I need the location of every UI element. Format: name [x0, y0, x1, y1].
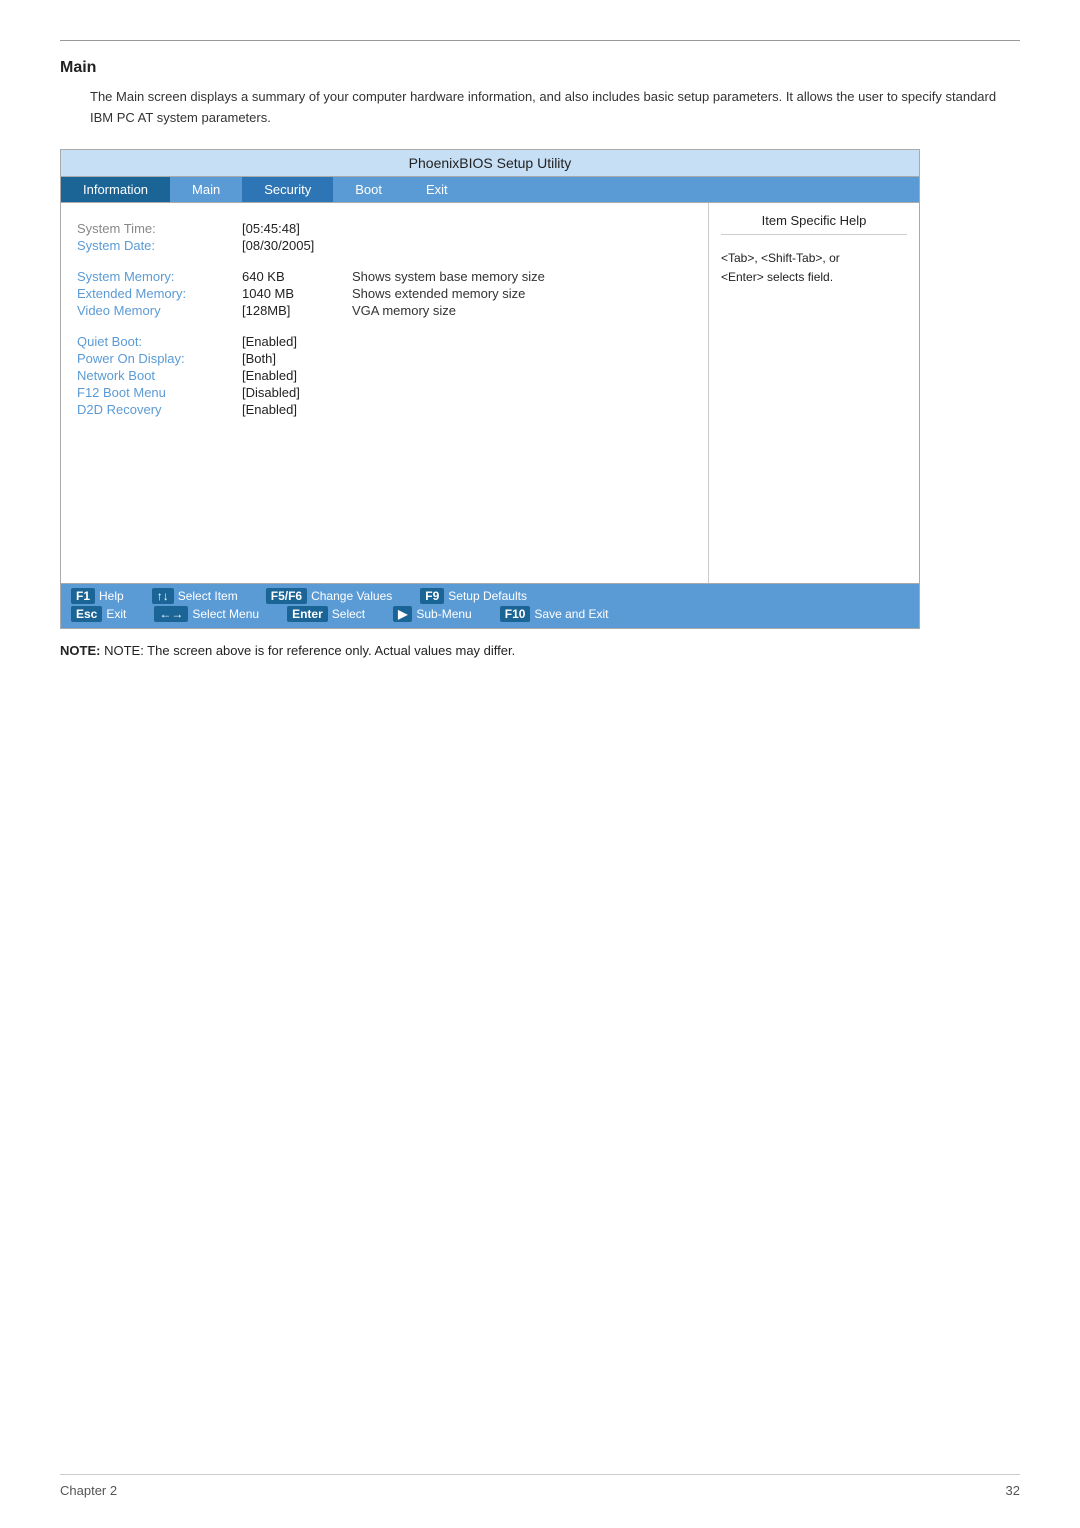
label-select-menu: Select Menu — [192, 607, 259, 621]
value-network-boot[interactable]: [Enabled] — [242, 368, 352, 383]
label-help: Help — [99, 589, 124, 603]
desc-video-memory: VGA memory size — [352, 303, 456, 318]
page-number: 32 — [1006, 1483, 1020, 1498]
menu-item-information[interactable]: Information — [61, 177, 170, 202]
key-f9: F9 — [420, 588, 444, 604]
label-exit: Exit — [106, 607, 126, 621]
bios-content: System Time: [05:45:48] System Date: [08… — [61, 203, 919, 583]
bios-row-power-on-display: Power On Display: [Both] — [77, 351, 692, 366]
footer-item-enter: Enter Select — [287, 606, 365, 622]
label-change-values: Change Values — [311, 589, 392, 603]
label-select-item: Select Item — [178, 589, 238, 603]
bios-row-f12-boot-menu: F12 Boot Menu [Disabled] — [77, 385, 692, 400]
key-arrow: ▶ — [393, 606, 412, 622]
key-updown: ↑↓ — [152, 588, 174, 604]
key-f5f6: F5/F6 — [266, 588, 307, 604]
top-rule — [60, 40, 1020, 41]
bios-utility-box: PhoenixBIOS Setup Utility Information Ma… — [60, 149, 920, 629]
note-text: NOTE: NOTE: The screen above is for refe… — [60, 643, 1020, 658]
value-f12-boot-menu[interactable]: [Disabled] — [242, 385, 352, 400]
desc-system-memory: Shows system base memory size — [352, 269, 545, 284]
label-power-on-display: Power On Display: — [77, 351, 242, 366]
chapter-label: Chapter 2 — [60, 1483, 117, 1498]
footer-item-f5f6: F5/F6 Change Values — [266, 588, 393, 604]
value-video-memory: [128MB] — [242, 303, 352, 318]
label-f12-boot-menu: F12 Boot Menu — [77, 385, 242, 400]
key-enter: Enter — [287, 606, 328, 622]
footer-item-esc: Esc Exit — [71, 606, 126, 622]
footer-item-select-item: ↑↓ Select Item — [152, 588, 238, 604]
label-system-memory: System Memory: — [77, 269, 242, 284]
menu-item-exit[interactable]: Exit — [404, 177, 470, 202]
footer-item-f1: F1 Help — [71, 588, 124, 604]
label-system-time: System Time: — [77, 221, 242, 236]
footer-item-select-menu: ←→ Select Menu — [154, 606, 259, 622]
footer-item-f9: F9 Setup Defaults — [420, 588, 527, 604]
label-video-memory: Video Memory — [77, 303, 242, 318]
value-system-memory: 640 KB — [242, 269, 352, 284]
bios-help-panel: Item Specific Help <Tab>, <Shift-Tab>, o… — [709, 203, 919, 583]
bios-main-panel: System Time: [05:45:48] System Date: [08… — [61, 203, 709, 583]
key-esc: Esc — [71, 606, 102, 622]
desc-extended-memory: Shows extended memory size — [352, 286, 525, 301]
key-f10: F10 — [500, 606, 531, 622]
bios-row-network-boot: Network Boot [Enabled] — [77, 368, 692, 383]
footer-row-2: Esc Exit ←→ Select Menu Enter Select ▶ S… — [71, 606, 909, 622]
menu-item-security[interactable]: Security — [242, 177, 333, 202]
value-system-date[interactable]: [08/30/2005] — [242, 238, 352, 253]
label-sub-menu: Sub-Menu — [416, 607, 471, 621]
section-desc: The Main screen displays a summary of yo… — [90, 87, 1020, 129]
label-quiet-boot: Quiet Boot: — [77, 334, 242, 349]
value-quiet-boot[interactable]: [Enabled] — [242, 334, 352, 349]
menu-item-boot[interactable]: Boot — [333, 177, 404, 202]
help-title: Item Specific Help — [721, 213, 907, 235]
label-d2d-recovery: D2D Recovery — [77, 402, 242, 417]
footer-item-f10: F10 Save and Exit — [500, 606, 609, 622]
bios-menu-bar: Information Main Security Boot Exit — [61, 177, 919, 203]
bios-title-bar: PhoenixBIOS Setup Utility — [61, 150, 919, 177]
bios-row-system-time: System Time: [05:45:48] — [77, 221, 692, 236]
footer-item-submenu: ▶ Sub-Menu — [393, 606, 472, 622]
value-d2d-recovery[interactable]: [Enabled] — [242, 402, 352, 417]
page-footer: Chapter 2 32 — [60, 1474, 1020, 1498]
bios-row-extended-memory: Extended Memory: 1040 MB Shows extended … — [77, 286, 692, 301]
label-extended-memory: Extended Memory: — [77, 286, 242, 301]
label-network-boot: Network Boot — [77, 368, 242, 383]
help-text: <Tab>, <Shift-Tab>, or<Enter> selects fi… — [721, 249, 907, 287]
section-title: Main — [60, 59, 1020, 77]
value-extended-memory: 1040 MB — [242, 286, 352, 301]
value-power-on-display[interactable]: [Both] — [242, 351, 352, 366]
footer-row-1: F1 Help ↑↓ Select Item F5/F6 Change Valu… — [71, 588, 909, 604]
bios-row-video-memory: Video Memory [128MB] VGA memory size — [77, 303, 692, 318]
bios-row-quiet-boot: Quiet Boot: [Enabled] — [77, 334, 692, 349]
key-leftright: ←→ — [154, 606, 188, 622]
bios-row-d2d-recovery: D2D Recovery [Enabled] — [77, 402, 692, 417]
label-save-exit: Save and Exit — [534, 607, 608, 621]
menu-item-main[interactable]: Main — [170, 177, 242, 202]
key-f1: F1 — [71, 588, 95, 604]
label-select: Select — [332, 607, 365, 621]
value-system-time[interactable]: [05:45:48] — [242, 221, 352, 236]
label-setup-defaults: Setup Defaults — [448, 589, 527, 603]
bios-row-system-date: System Date: [08/30/2005] — [77, 238, 692, 253]
bios-row-system-memory: System Memory: 640 KB Shows system base … — [77, 269, 692, 284]
label-system-date: System Date: — [77, 238, 242, 253]
bios-footer: F1 Help ↑↓ Select Item F5/F6 Change Valu… — [61, 583, 919, 628]
